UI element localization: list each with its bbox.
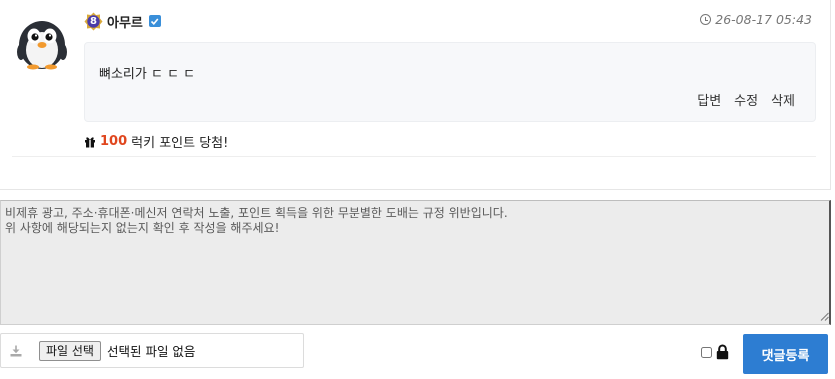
author-name[interactable]: 아무르 (107, 12, 143, 31)
penguin-avatar-icon (17, 21, 67, 70)
lucky-point-notice: 100 럭키 포인트 당첨! (84, 132, 228, 151)
level-badge-number: 8 (90, 15, 97, 27)
resize-grip-icon[interactable] (820, 312, 829, 321)
comment-timestamp: 26-08-17 05:43 (700, 12, 812, 27)
file-upload-field: 파일 선택 선택된 파일 없음 (0, 333, 304, 368)
comment-bubble: 뼈소리가 ㄷ ㄷ ㄷ 답변 수정 삭제 (84, 42, 816, 122)
avatar[interactable] (16, 12, 68, 70)
comment-textarea[interactable] (0, 200, 831, 325)
gift-icon (85, 136, 95, 147)
level-badge-icon: 8 (84, 12, 103, 31)
comment-actions: 답변 수정 삭제 (697, 90, 795, 109)
secret-comment-checkbox[interactable] (701, 347, 712, 358)
submit-comment-button[interactable]: 댓글등록 (743, 334, 828, 374)
author-row: 8 아무르 (84, 11, 161, 31)
lucky-point-amount: 100 (100, 134, 128, 149)
lucky-point-text: 럭키 포인트 당첨! (131, 136, 229, 151)
download-tray-icon (1, 334, 31, 367)
reply-button[interactable]: 답변 (697, 90, 721, 109)
divider (12, 156, 816, 157)
lock-icon (716, 344, 729, 360)
file-status: 선택된 파일 없음 (106, 344, 196, 359)
comment-body: 뼈소리가 ㄷ ㄷ ㄷ (99, 67, 196, 82)
edit-button[interactable]: 수정 (734, 90, 758, 109)
verified-check-icon (148, 15, 161, 27)
clock-icon (700, 14, 712, 25)
comment-card: 8 아무르 26-08-17 05:43 뼈소리가 ㄷ ㄷ ㄷ 답변 수정 삭제… (0, 0, 831, 190)
delete-button[interactable]: 삭제 (771, 90, 795, 109)
timestamp-text: 26-08-17 05:43 (715, 12, 812, 27)
choose-file-button[interactable]: 파일 선택 (39, 340, 101, 361)
